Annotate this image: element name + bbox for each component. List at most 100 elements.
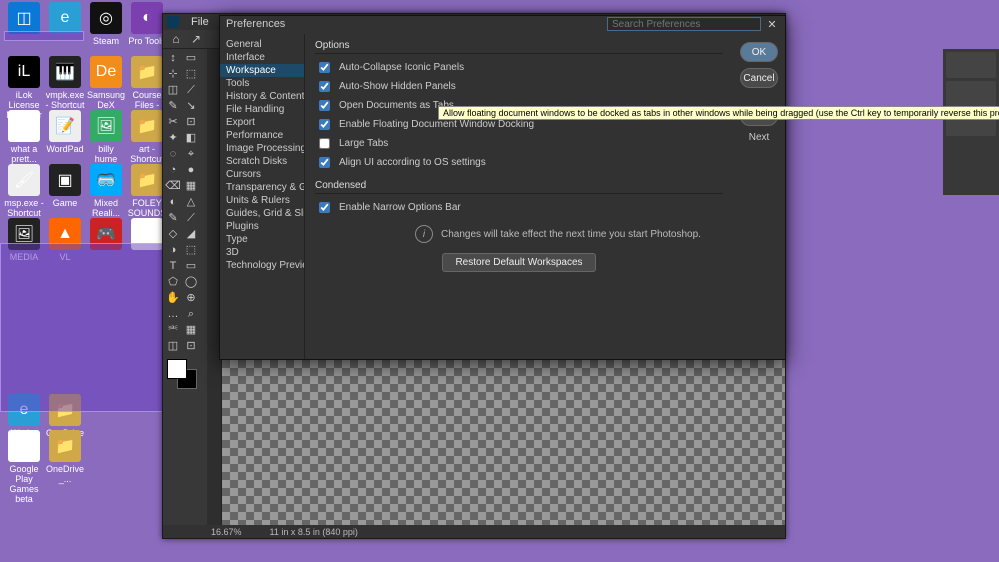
nav-item[interactable]: Technology Previews [220,259,304,272]
tool-icon[interactable]: ⎃ [165,323,181,337]
cancel-button[interactable]: Cancel [740,68,778,88]
tool-icon[interactable]: ⌫ [165,179,181,193]
tool-icon[interactable]: ⊡ [183,339,199,353]
nav-item[interactable]: Guides, Grid & Slices [220,207,304,220]
tool-icon[interactable]: ⌕ [183,307,199,321]
icon-label: WordPad [45,144,85,154]
tool-icon[interactable]: ● [183,163,199,177]
restore-button[interactable]: Restore Default Workspaces [442,253,595,272]
tool-icon[interactable]: ◑ [165,243,181,257]
desktop-icon[interactable]: 📁FOLEY SOUNDS [127,164,167,218]
tool-icon[interactable]: ⬚ [183,67,199,81]
search-field[interactable] [607,17,761,31]
doc-info[interactable]: 11 in x 8.5 in (840 ppi) [270,527,358,537]
nav-item[interactable]: Type [220,233,304,246]
icon-label: Samsung DeX [86,90,126,110]
nav-item[interactable]: Interface [220,51,304,64]
app-icon: ◐ [131,2,163,34]
opt-narrow-options[interactable]: Enable Narrow Options Bar [315,198,723,217]
opt-auto-show[interactable]: Auto-Show Hidden Panels [315,77,723,96]
app-icon: 📝 [49,110,81,142]
tool-icon[interactable]: ⊹ [165,67,181,81]
nav-item[interactable]: Cursors [220,168,304,181]
nav-item[interactable]: Units & Rulers [220,194,304,207]
desktop-icon[interactable]: ◎Steam [86,2,126,46]
tool-icon[interactable]: ✂ [165,115,181,129]
desktop-icon[interactable]: ◐Pro Tools [127,2,167,46]
tool-icon[interactable]: … [165,307,181,321]
desktop-icon[interactable]: ▣Game [45,164,85,208]
tool-icon[interactable]: ↘ [183,99,199,113]
close-icon[interactable]: ✕ [765,17,779,31]
nav-item[interactable]: Workspace [220,64,304,77]
tool-icon[interactable]: ◯ [183,275,199,289]
opt-align-os[interactable]: Align UI according to OS settings [315,153,723,172]
tool-icon[interactable]: ◇ [165,227,181,241]
desktop-icon[interactable]: 📁art - Shortcut [127,110,167,164]
color-swatch[interactable] [165,357,201,387]
desktop-icon[interactable]: ▶Google Play Games beta [4,430,44,504]
tool-icon[interactable]: △ [183,195,199,209]
tool-icon[interactable]: ⊕ [183,291,199,305]
nav-item[interactable]: File Handling [220,103,304,116]
tool-icon[interactable]: T [165,259,181,273]
nav-item[interactable]: Scratch Disks [220,155,304,168]
desktop-icon[interactable]: DeSamsung DeX [86,56,126,110]
next-link[interactable]: Next [749,132,770,143]
panel-icon[interactable] [946,52,996,78]
app-icon: ▶ [8,430,40,462]
fg-color[interactable] [167,359,187,379]
panel-icon[interactable] [946,81,996,107]
tool-icon[interactable]: ⌖ [183,147,199,161]
tool-icon[interactable]: ◢ [183,227,199,241]
nav-item[interactable]: Tools [220,77,304,90]
desktop-icon[interactable]: 📝 WordPad [45,110,85,154]
nav-item[interactable]: Export [220,116,304,129]
tool-icon[interactable]: ◧ [183,131,199,145]
tool-icon[interactable]: ✋ [165,291,181,305]
tool-icon[interactable]: ⟋ [183,83,199,97]
tool-icon[interactable]: ⬚ [183,243,199,257]
tool-icon[interactable]: ◫ [165,339,181,353]
tool-icon[interactable]: ◌ [165,147,181,161]
opt-auto-collapse[interactable]: Auto-Collapse Iconic Panels [315,58,723,77]
tool-icon[interactable]: ◔ [165,163,181,177]
tool-icon[interactable]: ⟋ [183,211,199,225]
tool-icon[interactable]: ✦ [165,131,181,145]
tool-icon[interactable]: ◐ [165,195,181,209]
desktop-icon[interactable]: 🖌msp.exe - Shortcut [4,164,44,218]
ok-button[interactable]: OK [740,42,778,62]
tool-icon[interactable]: ▭ [183,51,199,65]
nav-item[interactable]: Transparency & Gamut [220,181,304,194]
tool-icon[interactable]: ▦ [183,323,199,337]
app-icon: 📁 [131,110,163,142]
dialog-buttons: OK Cancel Prev Next [733,34,785,359]
icon-label: msp.exe - Shortcut [4,198,44,218]
nav-item[interactable]: Image Processing [220,142,304,155]
tool-icon[interactable]: ▦ [183,179,199,193]
app-icon: 🖼 [90,110,122,142]
desktop-icon[interactable]: 🥽Mixed Reali... [86,164,126,218]
nav-item[interactable]: 3D [220,246,304,259]
zoom-level[interactable]: 16.67% [211,527,242,537]
right-panels [943,49,999,195]
desktop-icon[interactable]: 🎹vmpk.exe - Shortcut [45,56,85,110]
nav-item[interactable]: Performance [220,129,304,142]
tool-icon[interactable]: ⬠ [165,275,181,289]
tool-icon[interactable]: ✎ [165,99,181,113]
menu-file[interactable]: File [191,16,209,28]
nav-item[interactable]: General [220,38,304,51]
tool-icon[interactable]: ◫ [165,83,181,97]
desktop-icon[interactable]: ≡what a prett... [4,110,44,164]
tool-icon[interactable]: ⊡ [183,115,199,129]
nav-item[interactable]: Plugins [220,220,304,233]
tool-icon[interactable]: ✎ [165,211,181,225]
opt-large-tabs[interactable]: Large Tabs [315,134,723,153]
home-icon[interactable]: ⌂ [169,32,183,46]
desktop-icon[interactable]: 📁OneDrive_... [45,430,85,484]
tool-icon[interactable]: ↕ [165,51,181,65]
share-icon[interactable]: ↗ [189,32,203,46]
tool-icon[interactable]: ▭ [183,259,199,273]
search-input[interactable] [607,17,761,31]
nav-item[interactable]: History & Content Credentials [220,90,304,103]
